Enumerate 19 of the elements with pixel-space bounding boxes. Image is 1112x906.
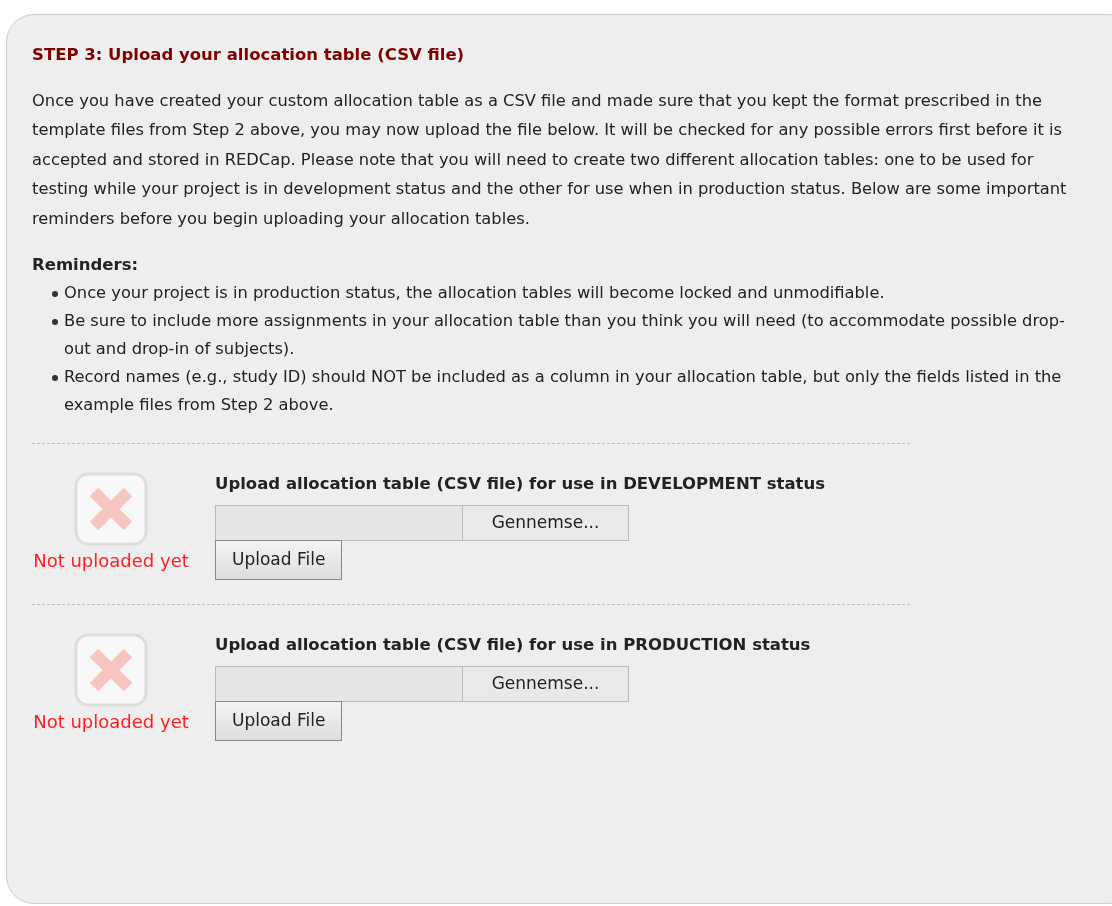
upload-label: Upload allocation table (CSV file) for use in PRODUCTION status [215, 634, 811, 656]
reminder-text: Once your project is in production status, the allocation tables will become locked and unmodifiable. [64, 282, 885, 305]
bullet-icon [52, 319, 58, 326]
browse-button[interactable]: Gennemse... [462, 506, 628, 540]
bullet-icon [52, 291, 58, 298]
reminder-text: Record names (e.g., study ID) should NOT be included as a column in your allocation table, but only the fields listed in the example files from Step 2 above. [64, 366, 1063, 417]
intro-paragraph: Once you have created your custom allocation table as a CSV file and made sure that you kept the format prescribed in the template files from Step 2 above, you may now upload the file below. It will be checked for any possible errors first before it is accepted and stored in REDCap. Please note that you will need to create two different allocation tables: one to be used for testing while your project is in development status and the other for use when in production status. Below are some important reminders before you begin uploading your allocation tables. [32, 89, 1068, 230]
browse-button[interactable]: Gennemse... [462, 666, 628, 701]
upload-status: Not uploaded yet [33, 549, 189, 574]
upload-status: Not uploaded yet [33, 710, 189, 734]
file-input[interactable]: Gennemse... [215, 665, 629, 702]
step-heading: STEP 3: Upload your allocation table (CSV file) [32, 44, 466, 66]
reminder-text: Be sure to include more assignments in your allocation table than you think you will need (to accommodate possible drop-out and drop-in of subjects). [64, 310, 1066, 361]
file-input[interactable]: Gennemse... [215, 505, 629, 541]
bullet-icon [52, 375, 58, 382]
upload-file-button[interactable]: Upload File [215, 540, 343, 580]
reminders-title: Reminders: [32, 254, 140, 277]
upload-file-button[interactable]: Upload File [215, 700, 343, 741]
upload-label: Upload allocation table (CSV file) for use in DEVELOPMENT status [215, 473, 825, 496]
